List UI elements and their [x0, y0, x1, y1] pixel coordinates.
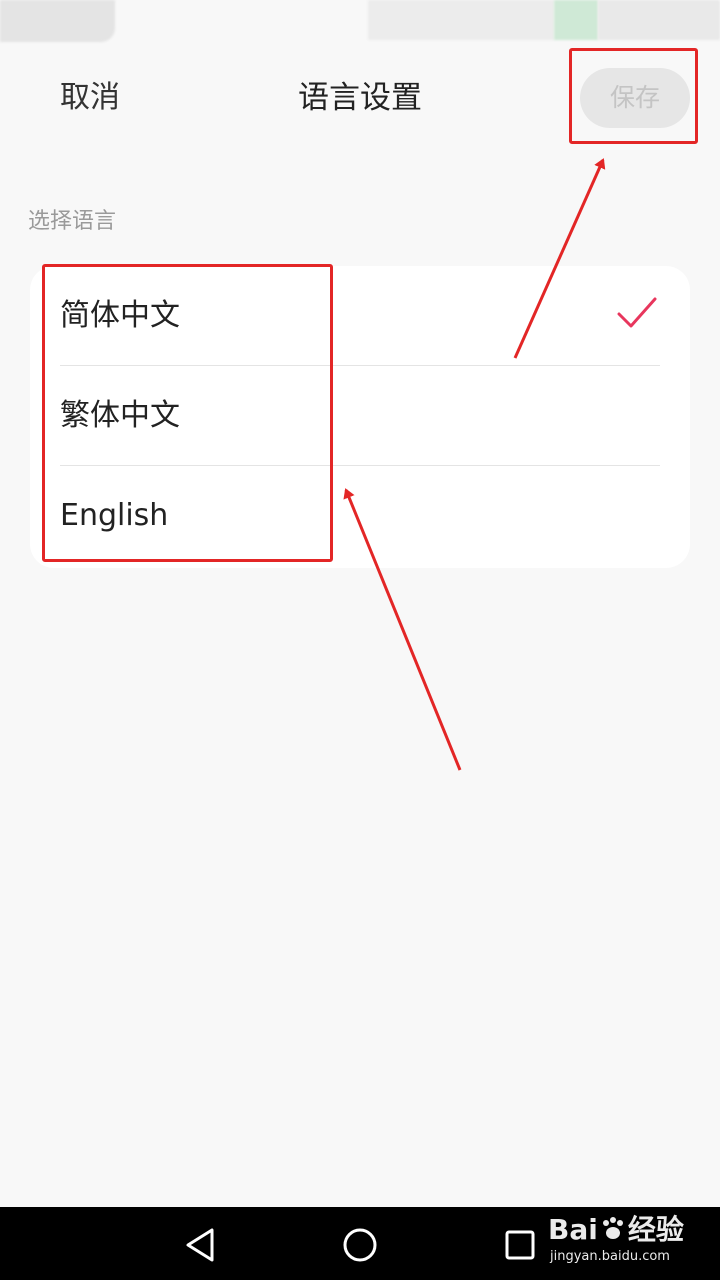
language-option-label: 简体中文	[60, 298, 180, 333]
language-option-label: 繁体中文	[60, 398, 180, 433]
language-list: 简体中文 繁体中文 English	[30, 266, 690, 568]
watermark-brand: Bai 经验	[548, 1212, 684, 1248]
status-bar-blur-right	[598, 0, 720, 40]
watermark-brand-left: Bai	[548, 1213, 598, 1246]
baidu-jingyan-watermark: Bai 经验 jingyan.baidu.com	[548, 1210, 716, 1276]
status-bar-blur-left	[0, 0, 115, 42]
check-icon	[617, 297, 657, 328]
annotation-arrows	[343, 158, 606, 771]
save-button[interactable]: 保存	[580, 68, 690, 128]
language-option-traditional-chinese[interactable]: 繁体中文	[60, 366, 660, 466]
watermark-brand-right: 经验	[627, 1213, 684, 1246]
header: 取消 语言设置 保存	[0, 46, 720, 150]
paw-icon	[602, 1217, 623, 1239]
status-bar-blur-middle	[368, 0, 554, 40]
circle-home-icon[interactable]	[340, 1225, 380, 1265]
status-bar-blur-green	[554, 0, 598, 40]
triangle-back-icon[interactable]	[182, 1225, 222, 1265]
watermark-url: jingyan.baidu.com	[550, 1249, 670, 1264]
language-option-english[interactable]: English	[60, 466, 660, 566]
language-option-label: English	[60, 498, 169, 533]
language-settings-screen: 取消 语言设置 保存 选择语言 简体中文 繁体中文 English Bai 经验…	[0, 0, 720, 1280]
section-label: 选择语言	[28, 209, 117, 234]
square-recents-icon[interactable]	[500, 1225, 540, 1265]
status-bar	[0, 0, 720, 46]
language-option-simplified-chinese[interactable]: 简体中文	[60, 266, 660, 366]
